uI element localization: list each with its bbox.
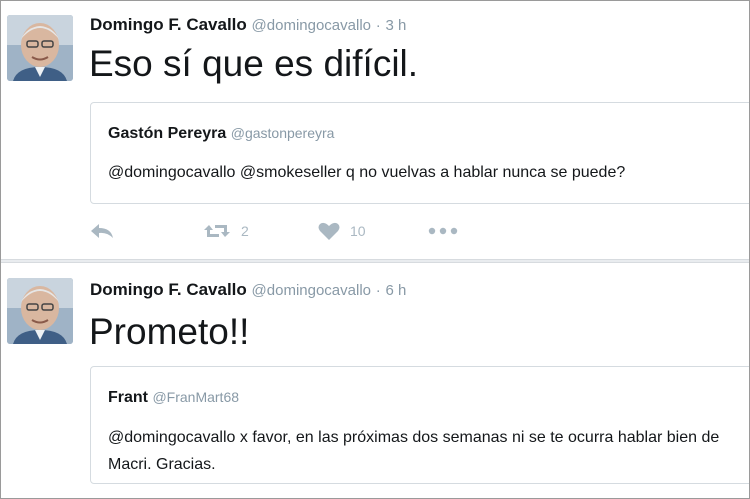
avatar[interactable] [7, 15, 73, 81]
tweet-timestamp[interactable]: 3 h [385, 17, 406, 34]
more-button[interactable] [428, 226, 458, 236]
tweet-header: Domingo F. Cavallo @domingocavallo · 6 h [90, 280, 406, 300]
quoted-author-handle: @gastonpereyra [230, 125, 335, 141]
quoted-tweet-text: @domingocavallo @smokeseller q no vuelva… [108, 164, 626, 181]
reply-icon [91, 224, 113, 238]
quoted-author-name: Gastón Pereyra [108, 125, 227, 142]
retweet-icon [204, 225, 230, 237]
tweet-text: Eso sí que es difícil. [89, 43, 419, 84]
tweet[interactable]: Domingo F. Cavallo @domingocavallo · 3 h… [1, 1, 749, 259]
tweet-text: Prometo!! [89, 311, 250, 352]
tweet-header: Domingo F. Cavallo @domingocavallo · 3 h [90, 15, 406, 35]
like-count: 10 [350, 223, 366, 239]
heart-icon [318, 222, 340, 240]
separator-dot: · [375, 17, 381, 34]
tweet-timestamp[interactable]: 6 h [385, 282, 406, 299]
retweet-button[interactable]: 2 [203, 221, 249, 241]
quoted-tweet[interactable]: Gastón Pereyra @gastonpereyra @domingoca… [90, 102, 749, 204]
quoted-tweet[interactable]: Frant @FranMart68 @domingocavallo x favo… [90, 366, 749, 484]
tweet-actions: 2 10 [89, 221, 489, 245]
author-handle[interactable]: @domingocavallo [252, 282, 371, 299]
avatar-image [7, 15, 73, 81]
author-name[interactable]: Domingo F. Cavallo [90, 280, 247, 299]
separator-dot: · [375, 282, 381, 299]
quoted-tweet-header: Frant @FranMart68 [108, 389, 239, 407]
retweet-count: 2 [241, 223, 249, 239]
author-name[interactable]: Domingo F. Cavallo [90, 15, 247, 34]
quoted-author-name: Frant [108, 389, 148, 406]
tweet[interactable]: Domingo F. Cavallo @domingocavallo · 6 h… [1, 263, 749, 498]
reply-button[interactable] [89, 221, 115, 241]
like-button[interactable]: 10 [318, 221, 366, 241]
avatar-image [7, 278, 73, 344]
avatar[interactable] [7, 278, 73, 344]
quoted-tweet-header: Gastón Pereyra @gastonpereyra [108, 125, 334, 143]
timeline: Domingo F. Cavallo @domingocavallo · 3 h… [0, 0, 750, 499]
author-handle[interactable]: @domingocavallo [252, 17, 371, 34]
more-icon [428, 227, 458, 235]
quoted-author-handle: @FranMart68 [152, 389, 240, 405]
quoted-tweet-text: @domingocavallo x favor, en las próximas… [108, 429, 720, 473]
